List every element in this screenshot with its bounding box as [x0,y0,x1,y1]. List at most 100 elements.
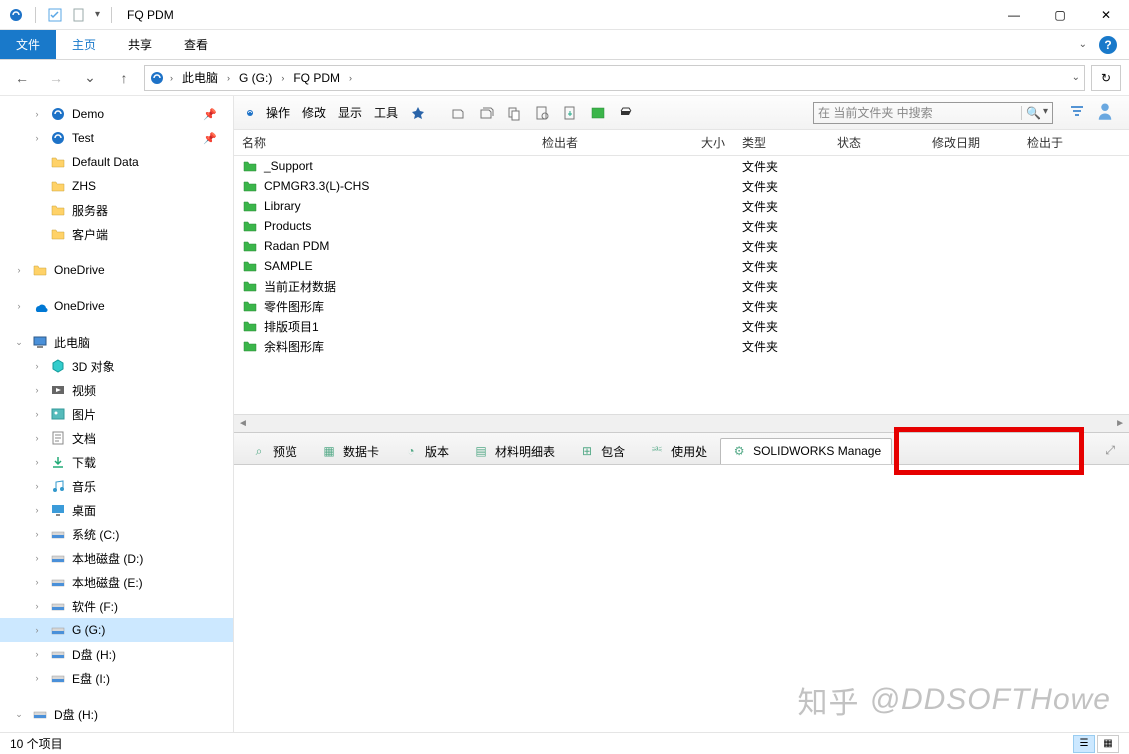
nav-history-button[interactable]: ⌄ [76,64,104,92]
tree-item[interactable]: ›G (G:) [0,618,233,642]
qat-dropdown-icon[interactable]: ▾ [95,9,100,20]
crumb-thispc[interactable]: 此电脑 [178,66,222,90]
nav-forward-button[interactable]: → [42,64,70,92]
breadcrumb[interactable]: › 此电脑› G (G:)› FQ PDM› ⌄ [144,65,1085,91]
tree-item[interactable]: ›Test📌 [0,126,233,150]
tree-item[interactable]: ›视频 [0,378,233,402]
table-row[interactable]: CPMGR3.3(L)-CHS文件夹 [234,176,1129,196]
table-row[interactable]: Library文件夹 [234,196,1129,216]
refresh-button[interactable]: ↻ [1091,65,1121,91]
table-row[interactable]: Products文件夹 [234,216,1129,236]
tb-icon-7[interactable] [614,100,638,126]
tb-icon-4[interactable] [530,100,554,126]
crumb-g[interactable]: G (G:) [235,66,276,90]
tab-share[interactable]: 共享 [112,30,168,59]
tree-item[interactable]: ›音乐 [0,474,233,498]
tree-item[interactable]: ›本地磁盘 (D:) [0,546,233,570]
detail-tab[interactable]: ⊞包含 [568,438,636,464]
tb-icon-1[interactable] [446,100,470,126]
table-row[interactable]: 余料图形库文件夹 [234,336,1129,356]
table-row[interactable]: 零件图形库文件夹 [234,296,1129,316]
detail-tab[interactable]: ⚙SOLIDWORKS Manage [720,438,892,464]
tree-label: 视频 [72,382,96,399]
tb-icon-5[interactable] [558,100,582,126]
detail-tab[interactable]: ⌕预览 [240,438,308,464]
tree-item[interactable]: ›软件 (F:) [0,594,233,618]
tree-item[interactable]: ›D盘 (H:) [0,642,233,666]
tree-item[interactable]: ›系统 (C:) [0,522,233,546]
tree-item[interactable]: ⌄D盘 (H:) [0,702,233,726]
user-icon[interactable] [1095,101,1115,124]
folder-icon [50,226,66,242]
table-row[interactable]: SAMPLE文件夹 [234,256,1129,276]
tab-label: 预览 [273,443,297,460]
tree-item[interactable]: ›文档 [0,426,233,450]
tree-item[interactable]: ›下载 [0,450,233,474]
tab-home[interactable]: 主页 [56,30,112,59]
col-size[interactable]: 大小 [684,134,734,151]
detail-tab[interactable]: ▤材料明细表 [462,438,566,464]
nav-up-button[interactable]: ↑ [110,64,138,92]
table-row[interactable]: 排版项目1文件夹 [234,316,1129,336]
detail-tab[interactable]: ◔版本 [392,438,460,464]
qat-doc-icon[interactable] [71,7,87,23]
tree-item[interactable]: ›图片 [0,402,233,426]
addr-dropdown-icon[interactable]: ⌄ [1072,72,1080,83]
detail-tabs: ⌕预览▦数据卡◔版本▤材料明细表⊞包含⎃使用处⚙SOLIDWORKS Manag… [234,433,1129,465]
search-icon[interactable]: 🔍 [1026,106,1041,120]
maximize-button[interactable]: ▢ [1037,0,1083,30]
expand-pane-icon[interactable]: ⤢ [1097,443,1123,458]
music-icon [50,478,66,494]
h-scrollbar[interactable]: ◄► [234,414,1129,432]
detail-tab[interactable]: ⎃使用处 [638,438,718,464]
tree-item[interactable]: 服务器 [0,198,233,222]
tree-item[interactable]: ›BaiduNetdiskDownload [0,726,233,732]
tab-file[interactable]: 文件 [0,30,56,59]
col-out[interactable]: 检出于 [1019,134,1099,151]
view-icons-button[interactable]: ▦ [1097,735,1119,753]
col-name[interactable]: 名称 [234,134,534,151]
table-row[interactable]: 当前正材数据文件夹 [234,276,1129,296]
nav-back-button[interactable]: ← [8,64,36,92]
file-name: 当前正材数据 [264,278,336,295]
tree-item[interactable]: ›OneDrive [0,294,233,318]
tree-item[interactable]: ›本地磁盘 (E:) [0,570,233,594]
tree-item[interactable]: ⌄此电脑 [0,330,233,354]
file-list[interactable]: 名称 检出者 大小 类型 状态 修改日期 检出于 _Support文件夹CPMG… [234,130,1129,414]
table-row[interactable]: Radan PDM文件夹 [234,236,1129,256]
close-button[interactable]: ✕ [1083,0,1129,30]
col-checker[interactable]: 检出者 [534,134,684,151]
tb-modify[interactable]: 修改 [298,100,330,126]
tb-tools[interactable]: 工具 [370,100,402,126]
help-icon[interactable]: ? [1099,36,1117,54]
tree-item[interactable]: ZHS [0,174,233,198]
col-state[interactable]: 状态 [829,134,924,151]
tb-icon-6[interactable] [586,100,610,126]
tb-pin-icon[interactable] [406,100,430,126]
tree-item[interactable]: ›E盘 (I:) [0,666,233,690]
tb-action[interactable]: 操作 [262,100,294,126]
tree-item[interactable]: ›OneDrive [0,258,233,282]
ribbon-expand-icon[interactable]: ⌄ [1079,39,1087,50]
minimize-button[interactable]: — [991,0,1037,30]
tree-item[interactable]: 客户端 [0,222,233,246]
view-details-button[interactable]: ☰ [1073,735,1095,753]
crumb-fqpdm[interactable]: FQ PDM [289,66,344,90]
video-icon [50,382,66,398]
tree-label: Default Data [72,155,139,169]
detail-tab[interactable]: ▦数据卡 [310,438,390,464]
table-row[interactable]: _Support文件夹 [234,156,1129,176]
tb-icon-2[interactable] [474,100,498,126]
filter-icon[interactable] [1069,103,1085,122]
tree-item[interactable]: ›3D 对象 [0,354,233,378]
tab-view[interactable]: 查看 [168,30,224,59]
search-input[interactable]: 在 当前文件夹 中搜索 🔍▾ [813,102,1053,124]
tree-item[interactable]: Default Data [0,150,233,174]
tb-display[interactable]: 显示 [334,100,366,126]
tree-item[interactable]: ›桌面 [0,498,233,522]
qat-checkbox-icon[interactable] [47,7,63,23]
tree-item[interactable]: ›Demo📌 [0,102,233,126]
col-type[interactable]: 类型 [734,134,829,151]
tb-icon-3[interactable] [502,100,526,126]
col-date[interactable]: 修改日期 [924,134,1019,151]
